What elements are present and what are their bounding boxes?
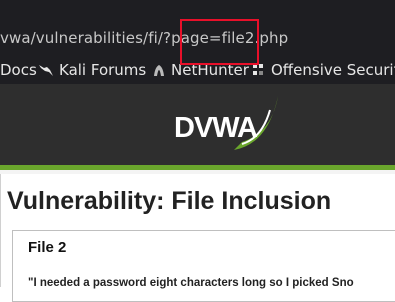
dvwa-logo-mark: DVWA	[174, 96, 278, 150]
main-body: Vulnerability: File Inclusion File 2 "I …	[0, 174, 395, 302]
bookmark-label: Docs	[0, 61, 37, 79]
file-quote: "I needed a password eight characters lo…	[28, 277, 354, 289]
kali-dragon-icon	[39, 65, 53, 76]
logo-text: DVWA	[174, 112, 258, 144]
file-heading: File 2	[28, 239, 67, 256]
url-highlight-annotation	[180, 19, 259, 65]
bookmark-offensive-security[interactable]: Offensive Security	[252, 61, 395, 79]
page-title: Vulnerability: File Inclusion	[7, 187, 332, 215]
content-area: Vulnerability: File Inclusion File 2 "I …	[0, 170, 395, 302]
dvwa-header: DVWA	[0, 84, 395, 165]
bookmark-kali-forums[interactable]: Kali Forums	[38, 61, 146, 79]
bookmark-docs[interactable]: Docs	[0, 61, 37, 79]
dvwa-logo[interactable]: DVWA	[172, 88, 282, 162]
vulnerable-code-area: File 2 "I needed a password eight charac…	[12, 230, 395, 302]
nethunter-icon	[154, 65, 164, 76]
bookmark-label: Offensive Security	[271, 61, 395, 79]
bookmark-label: Kali Forums	[59, 61, 147, 79]
